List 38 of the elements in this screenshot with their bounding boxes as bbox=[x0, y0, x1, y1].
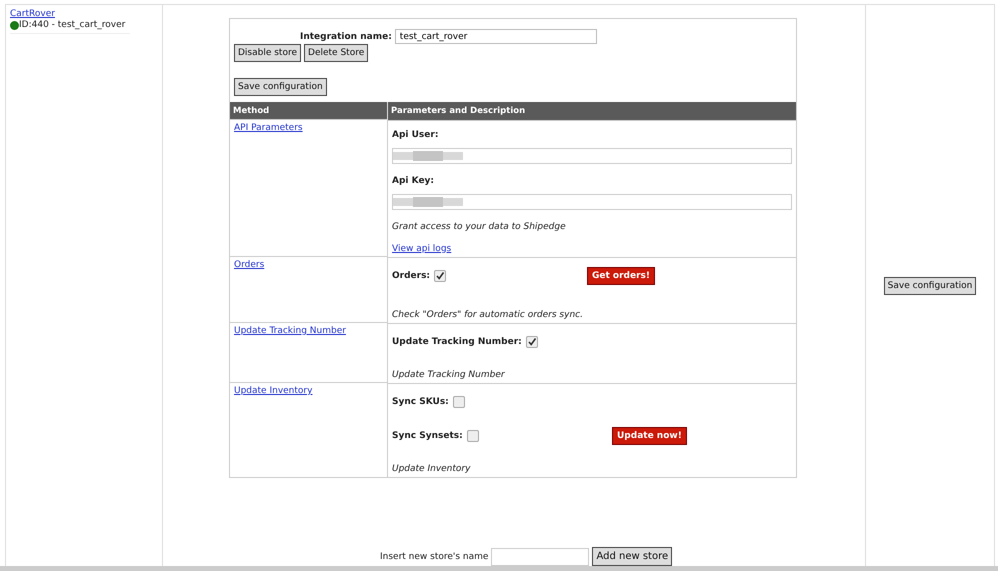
checkbox[interactable] bbox=[452, 396, 465, 408]
column-header: Parameters and Description bbox=[388, 102, 796, 120]
param-label: Sync Synsets: bbox=[392, 430, 463, 440]
param-field[interactable] bbox=[392, 148, 792, 164]
param-label: Api Key: bbox=[392, 176, 436, 186]
description-text: Grant access to your data to Shipedge bbox=[392, 222, 567, 232]
method-link[interactable]: Orders bbox=[234, 260, 264, 270]
action-button[interactable]: Get orders! bbox=[587, 266, 655, 284]
integration-name-field[interactable]: test_cart_rover bbox=[394, 29, 597, 44]
checkbox[interactable] bbox=[526, 336, 538, 348]
method-link[interactable]: API Parameters bbox=[234, 123, 303, 133]
view-logs-link[interactable]: View api logs bbox=[392, 244, 792, 254]
store-action-button[interactable]: Delete Store bbox=[304, 44, 368, 62]
action-button[interactable]: Update now! bbox=[612, 426, 687, 444]
param-label: Sync SKUs: bbox=[392, 396, 449, 406]
param-label: Api User: bbox=[392, 130, 440, 140]
store-link[interactable]: CartRover bbox=[10, 9, 55, 19]
method-link[interactable]: Update Tracking Number bbox=[234, 326, 346, 336]
description-text: Update Inventory bbox=[392, 464, 472, 474]
param-label: Orders: bbox=[392, 270, 430, 280]
redacted-value-icon bbox=[393, 196, 463, 208]
method-link[interactable]: Update Inventory bbox=[234, 386, 312, 396]
store-id-text: ID:440 - test_cart_rover bbox=[19, 20, 126, 30]
param-field[interactable] bbox=[392, 194, 792, 210]
checkbox[interactable] bbox=[434, 270, 446, 282]
description-text: Update Tracking Number bbox=[392, 370, 506, 380]
description-text: Check "Orders" for automatic orders sync. bbox=[392, 310, 584, 320]
redacted-value-icon bbox=[393, 150, 463, 162]
param-label: Update Tracking Number: bbox=[392, 336, 522, 346]
checkbox[interactable] bbox=[466, 430, 479, 442]
store-action-button[interactable]: Disable store bbox=[234, 44, 302, 62]
save-configuration-button[interactable]: Save configuration bbox=[234, 78, 327, 96]
save-configuration-button[interactable]: Save configuration bbox=[884, 276, 976, 295]
integration-label: Integration name: bbox=[300, 32, 392, 42]
new-store-name-field[interactable] bbox=[491, 548, 590, 566]
column-header: Method bbox=[230, 102, 388, 120]
add-store-button[interactable]: Add new store bbox=[592, 547, 672, 566]
new-store-label: Insert new store's name bbox=[380, 552, 488, 562]
